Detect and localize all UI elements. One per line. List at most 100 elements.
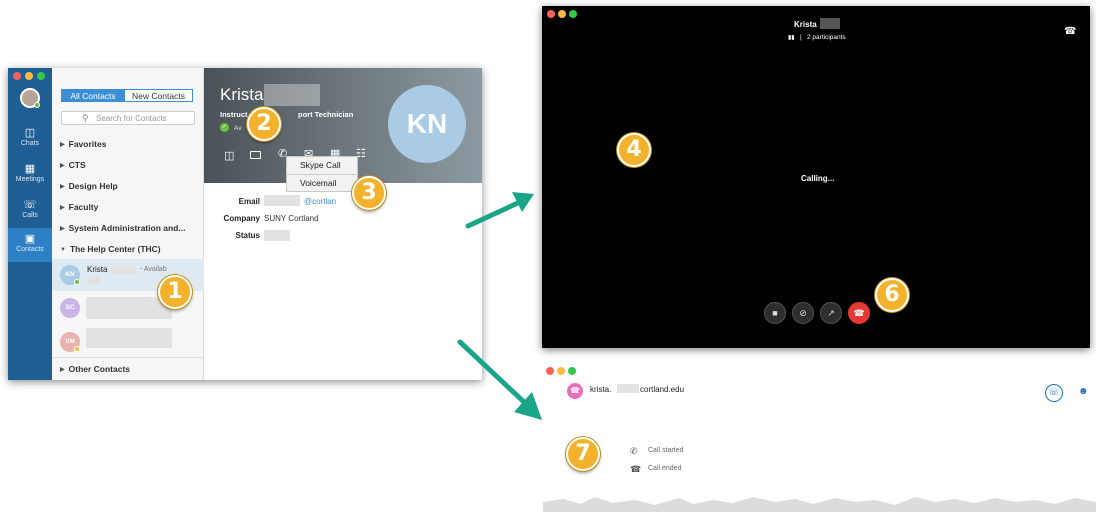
divider [52,357,204,358]
call-started-icon: ✆ [630,446,638,456]
share-button[interactable]: ↗ [820,302,842,324]
profile-title-tail: port Technician [298,110,354,119]
dialpad-phone-icon[interactable]: ☎ [1064,26,1076,37]
app-rail: ◫ Chats ▦ Meetings ☏ Calls ▣ Contacts [8,68,52,380]
hang-up-button[interactable]: ☎ [848,302,870,324]
minimize-dot[interactable] [557,367,565,375]
email-label: Email [238,197,260,206]
step-badge-2: 2 [247,107,281,141]
redacted-text [820,18,840,29]
chat-email-suffix: cortland.edu [640,385,685,394]
presence-icon [34,102,40,108]
call-ended-text: Call ended [648,465,682,472]
step-badge-1: 1 [158,275,192,309]
contact-row[interactable]: VM [52,326,204,356]
contact-status: - Availab [140,266,167,273]
contact-phone-avatar: ☎ [567,383,583,399]
phone-icon: ☏ [23,199,37,211]
video-icon: ■ [772,308,778,318]
contact-detail: Krista Instruct port Technician ✓ Av ◫ ✆… [204,68,482,380]
minimize-dot[interactable] [558,10,566,18]
chat-window: ☎ krista. cortland.edu ☏ ☻ ✆ Call starte… [543,362,1096,512]
chat-icon[interactable]: ◫ [224,149,234,162]
add-person-icon[interactable]: ☻ [1078,386,1089,397]
away-icon [74,346,80,352]
step-badge-6: 6 [875,278,909,312]
expand-icon: ▶ [60,367,65,373]
contacts-window: ◫ Chats ▦ Meetings ☏ Calls ▣ Contacts All Co… [8,68,482,380]
group-favorites[interactable]: ▶ Favorites [60,139,106,149]
expand-icon: ▶ [60,142,65,148]
redacted-text [617,384,639,393]
mute-button[interactable]: ⊘ [792,302,814,324]
mic-off-icon: ⊘ [799,308,807,318]
hang-up-icon: ☎ [853,308,865,318]
email-value[interactable]: @cortlan [304,197,336,206]
group-faculty[interactable]: ▶ Faculty [60,202,98,212]
available-check-icon: ✓ [220,123,229,132]
close-dot[interactable] [547,10,555,18]
rail-meetings[interactable]: ▦ Meetings [8,158,52,194]
profile-name: Krista [220,85,264,104]
presence-text: Av [234,125,242,132]
search-placeholder: Search for Contacts [96,114,167,123]
contacts-icon: ▣ [24,233,36,245]
group-other-contacts[interactable]: ▶ Other Contacts [60,364,130,374]
participants-divider: | [800,34,802,41]
torn-edge [543,497,1096,512]
rail-chats[interactable]: ◫ Chats [8,122,52,158]
expand-icon: ▶ [60,226,65,232]
contact-name: Krista [87,265,108,274]
redacted-text [87,277,101,284]
redacted-text [112,265,136,274]
skype-call-item[interactable]: Skype Call [300,160,341,170]
redacted-text [264,84,320,106]
close-dot[interactable] [13,72,21,80]
arrow-to-call [465,192,534,229]
available-icon [74,279,80,285]
call-menu: Skype Call Voicemail [286,156,358,192]
minimize-dot[interactable] [25,72,33,80]
search-field[interactable]: ⚲ Search for Contacts [61,111,195,125]
rail-contacts[interactable]: ▣ Contacts [8,228,52,262]
expand-icon: ▶ [60,205,65,211]
group-system-admin[interactable]: ▶ System Administration and... [60,223,185,233]
group-help-center[interactable]: ▼ The Help Center (THC) [60,244,161,254]
group-cts[interactable]: ▶ CTS [60,160,86,170]
expand-icon: ▶ [60,184,65,190]
call-ended-icon: ☎ [630,464,642,474]
voicemail-item[interactable]: Voicemail [300,178,336,188]
arrow-to-chat [457,339,542,420]
divider [287,174,357,175]
company-label: Company [223,214,260,223]
redacted-text [86,297,172,319]
chat-email-prefix: krista. [590,385,612,394]
zoom-dot[interactable] [37,72,45,80]
call-window: Krista ▮▮ | 2 participants ☎ Calling... … [542,6,1090,348]
search-icon: ⚲ [82,113,89,123]
redacted-text [86,328,172,348]
zoom-dot[interactable] [568,367,576,375]
company-value: SUNY Cortland [264,214,319,223]
tab-new-contacts[interactable]: New Contacts [125,89,193,102]
profile-title: Instruct [220,110,248,119]
step-badge-3: 3 [352,176,386,210]
redacted-text [264,195,300,206]
zoom-dot[interactable] [569,10,577,18]
step-badge-4: 4 [617,133,651,167]
contact-avatar: SC [60,298,80,318]
profile-avatar: KN [388,85,466,163]
video-toggle-button[interactable]: ■ [764,302,786,324]
chat-icon: ◫ [24,127,36,139]
calendar-icon: ▦ [24,163,36,175]
close-dot[interactable] [546,367,554,375]
video-icon[interactable] [250,151,261,159]
tab-all-contacts[interactable]: All Contacts [61,89,125,102]
group-design-help[interactable]: ▶ Design Help [60,181,118,191]
rail-calls[interactable]: ☏ Calls [8,194,52,230]
share-icon: ↗ [827,308,835,318]
call-button[interactable]: ☏ [1045,384,1063,402]
signal-icon: ▮▮ [788,35,795,41]
status-label: Status [235,231,260,240]
user-avatar[interactable] [20,88,40,108]
